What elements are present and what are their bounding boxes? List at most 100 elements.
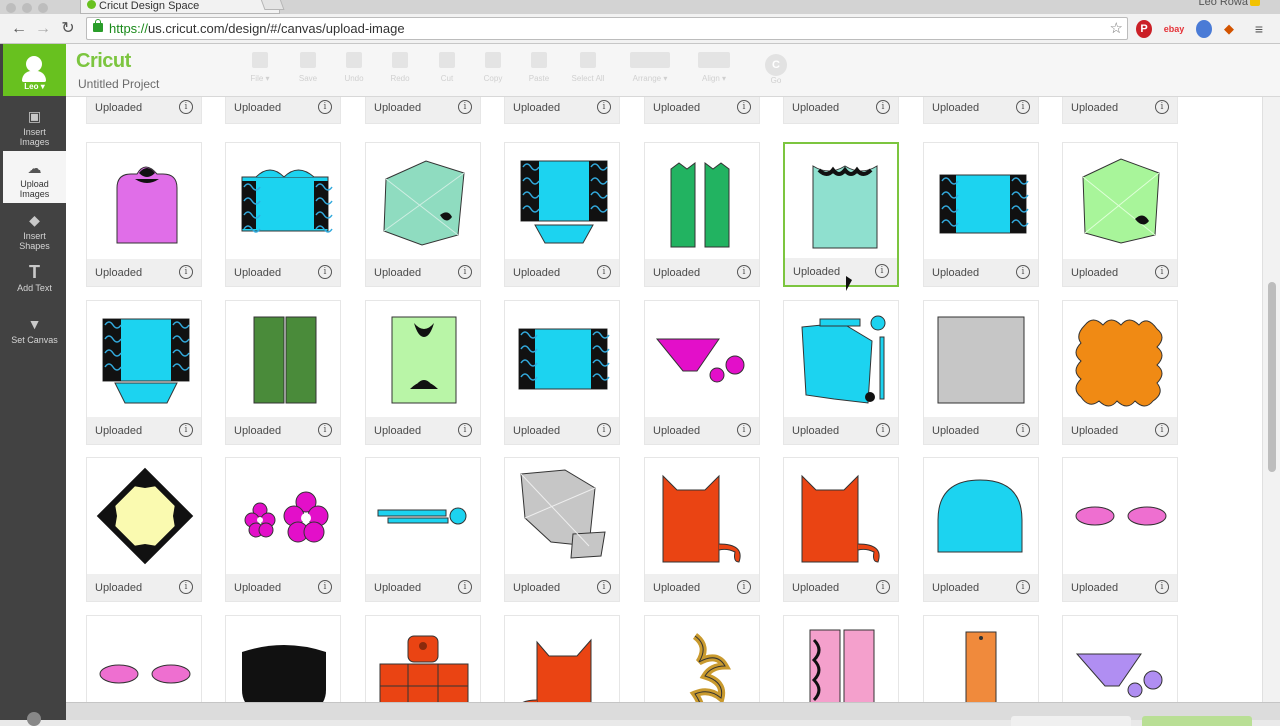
info-icon[interactable]: i <box>597 100 611 114</box>
forward-arrow-icon[interactable]: → <box>32 18 54 40</box>
copy-button[interactable]: Copy <box>476 52 510 83</box>
image-thumbnail[interactable] <box>924 143 1038 259</box>
back-arrow-icon[interactable]: ← <box>8 18 30 40</box>
image-card[interactable]: Uploadedi <box>1062 142 1178 287</box>
image-card[interactable]: Uploadedi <box>225 457 341 602</box>
info-icon[interactable]: i <box>597 265 611 279</box>
sidebar-item-add-text[interactable]: T Add Text <box>3 255 66 307</box>
gallery-scrollbar[interactable] <box>1262 97 1280 702</box>
info-icon[interactable]: i <box>318 265 332 279</box>
info-icon[interactable]: i <box>458 423 472 437</box>
image-thumbnail[interactable] <box>645 301 759 417</box>
image-card[interactable]: Uploadedi <box>923 142 1039 287</box>
image-card[interactable]: Uploadedi <box>504 615 620 702</box>
info-icon[interactable]: i <box>1016 265 1030 279</box>
bookmark-star-icon[interactable]: ☆ <box>1110 18 1123 39</box>
image-thumbnail[interactable] <box>645 143 759 259</box>
info-icon[interactable]: i <box>1155 100 1169 114</box>
image-card[interactable]: Uploadedi <box>923 97 1039 124</box>
image-card[interactable]: Uploadedi <box>504 300 620 445</box>
info-icon[interactable]: i <box>1155 265 1169 279</box>
extension-circle-icon[interactable] <box>1196 20 1212 38</box>
image-thumbnail[interactable] <box>366 143 480 259</box>
user-menu[interactable]: Leo ▾ <box>3 44 66 96</box>
info-icon[interactable]: i <box>876 580 890 594</box>
pinterest-icon[interactable]: P <box>1136 20 1152 38</box>
image-thumbnail[interactable] <box>1063 143 1177 259</box>
info-icon[interactable]: i <box>179 423 193 437</box>
image-thumbnail[interactable] <box>785 144 897 260</box>
image-card[interactable]: Uploadedi <box>365 457 481 602</box>
image-thumbnail[interactable] <box>505 301 619 417</box>
image-card[interactable]: Uploadedi <box>86 142 202 287</box>
image-thumbnail[interactable] <box>784 616 898 702</box>
cut-button[interactable]: Cut <box>430 52 464 83</box>
image-card[interactable]: Uploadedi <box>644 457 760 602</box>
address-bar[interactable]: https://us.cricut.com/design/#/canvas/up… <box>86 17 1128 40</box>
save-button[interactable]: Save <box>291 52 325 83</box>
info-icon[interactable]: i <box>1016 423 1030 437</box>
image-card[interactable]: Uploadedi <box>1062 97 1178 124</box>
image-card[interactable]: Uploadedi <box>923 615 1039 702</box>
browser-tab[interactable]: Cricut Design Space <box>80 0 280 14</box>
image-card[interactable]: Uploadedi <box>86 300 202 445</box>
image-card[interactable]: Uploadedi <box>225 615 341 702</box>
paste-button[interactable]: Paste <box>522 52 556 83</box>
info-icon[interactable]: i <box>737 265 751 279</box>
image-card[interactable]: Uploadedi <box>783 615 899 702</box>
file-menu-button[interactable]: File ▾ <box>243 52 277 83</box>
image-thumbnail[interactable] <box>924 616 1038 702</box>
image-thumbnail[interactable] <box>366 616 480 702</box>
image-thumbnail[interactable] <box>645 616 759 702</box>
info-icon[interactable]: i <box>597 580 611 594</box>
cricut-logo[interactable]: Cricut <box>76 50 131 73</box>
info-icon[interactable]: i <box>318 423 332 437</box>
image-thumbnail[interactable] <box>87 616 201 702</box>
image-card[interactable]: Uploadedi <box>225 97 341 124</box>
image-card[interactable]: Uploadedi <box>644 300 760 445</box>
image-card[interactable]: Uploadedi <box>225 300 341 445</box>
image-thumbnail[interactable] <box>87 301 201 417</box>
image-thumbnail[interactable] <box>1063 301 1177 417</box>
image-thumbnail[interactable] <box>924 458 1038 574</box>
sidebar-item-upload-images[interactable]: ☁ Upload Images <box>3 151 66 203</box>
info-icon[interactable]: i <box>876 100 890 114</box>
image-thumbnail[interactable] <box>505 458 619 574</box>
sidebar-item-insert-images[interactable]: ▣ Insert Images <box>3 99 66 151</box>
image-card[interactable]: Uploadedi <box>1062 457 1178 602</box>
image-thumbnail[interactable] <box>645 458 759 574</box>
image-card[interactable]: Uploadedi <box>644 615 760 702</box>
image-thumbnail[interactable] <box>366 458 480 574</box>
extension-shield-icon[interactable]: ◆ <box>1222 20 1236 38</box>
image-card[interactable]: Uploadedi <box>783 142 899 287</box>
image-card[interactable]: Uploadedi <box>365 97 481 124</box>
info-icon[interactable]: i <box>737 580 751 594</box>
select-all-button[interactable]: Select All <box>568 52 608 83</box>
image-thumbnail[interactable] <box>505 143 619 259</box>
info-icon[interactable]: i <box>179 580 193 594</box>
image-card[interactable]: Uploadedi <box>504 142 620 287</box>
image-card[interactable]: Uploadedi <box>504 97 620 124</box>
info-icon[interactable]: i <box>318 580 332 594</box>
image-thumbnail[interactable] <box>366 301 480 417</box>
image-thumbnail[interactable] <box>924 301 1038 417</box>
reload-icon[interactable]: ↻ <box>57 18 79 40</box>
image-thumbnail[interactable] <box>505 616 619 702</box>
image-card[interactable]: Uploadedi <box>1062 300 1178 445</box>
sidebar-item-insert-shapes[interactable]: ◆ Insert Shapes <box>3 203 66 255</box>
info-icon[interactable]: i <box>737 423 751 437</box>
arrange-menu-button[interactable]: Arrange ▾ <box>624 52 676 83</box>
info-icon[interactable]: i <box>458 580 472 594</box>
undo-button[interactable]: Undo <box>337 52 371 83</box>
image-card[interactable]: Uploadedi <box>86 615 202 702</box>
image-thumbnail[interactable] <box>784 301 898 417</box>
align-menu-button[interactable]: Align ▾ <box>692 52 736 83</box>
project-title[interactable]: Untitled Project <box>78 77 159 91</box>
info-icon[interactable]: i <box>737 100 751 114</box>
image-card[interactable]: Uploadedi <box>365 300 481 445</box>
scrollbar-thumb[interactable] <box>1268 282 1276 472</box>
redo-button[interactable]: Redo <box>383 52 417 83</box>
image-thumbnail[interactable] <box>226 616 340 702</box>
go-button[interactable]: C <box>765 54 787 76</box>
new-tab-button[interactable] <box>259 0 285 10</box>
